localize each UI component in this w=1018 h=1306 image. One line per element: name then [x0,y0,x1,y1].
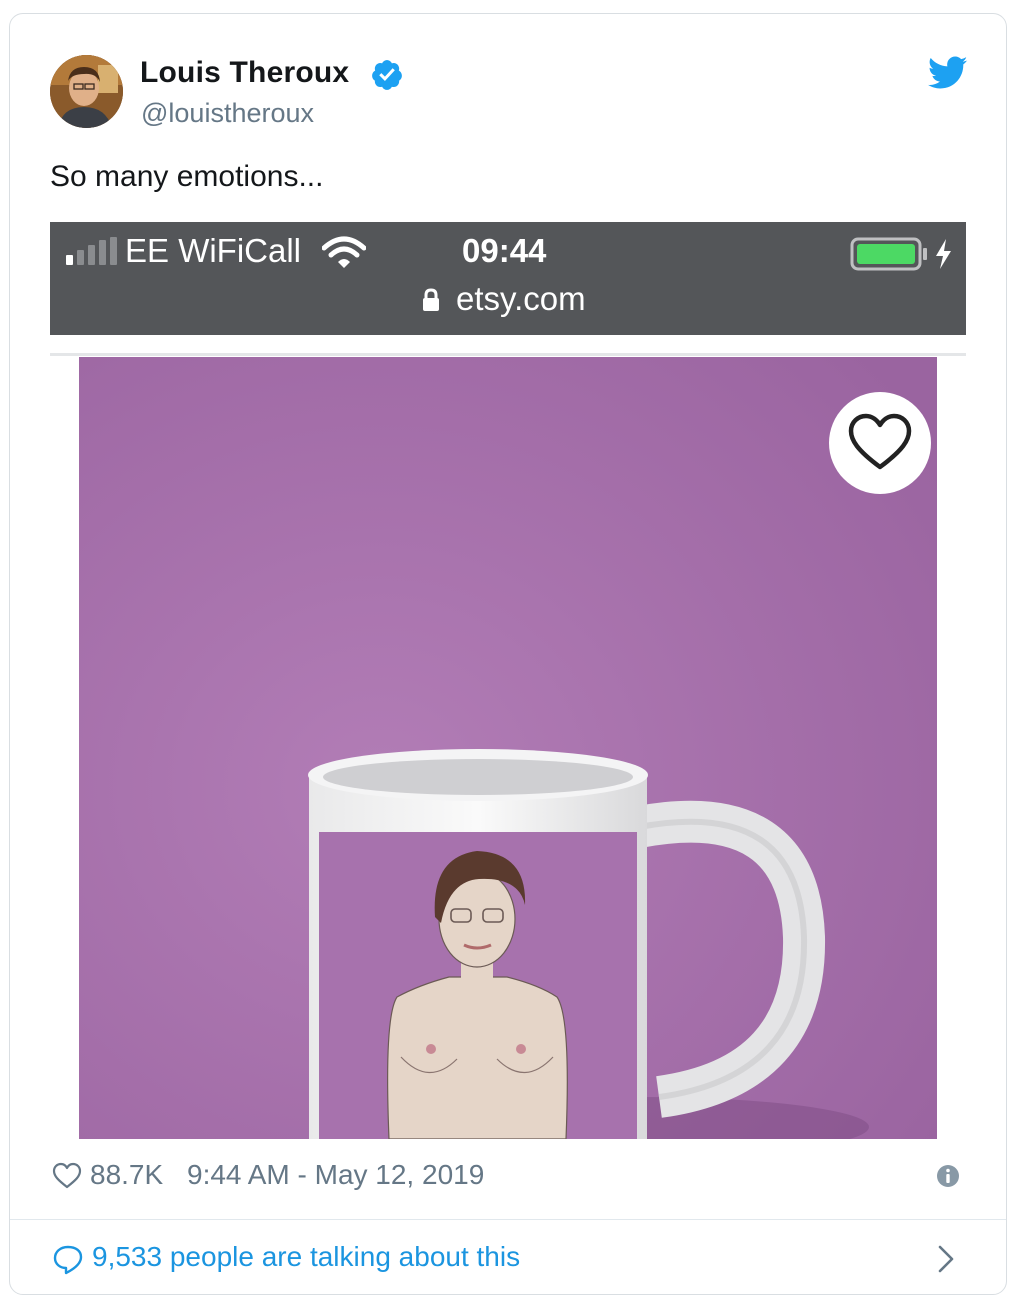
chevron-right-icon[interactable] [936,1244,956,1274]
signal-icon [66,237,117,265]
avatar[interactable] [50,55,123,128]
verified-badge-icon [372,60,402,90]
tweet-timestamp[interactable]: 9:44 AM - May 12, 2019 [187,1159,484,1191]
phone-status-bar: EE WiFiCall 09:44 etsy.com [50,222,966,335]
lock-icon [423,288,439,311]
twitter-bird-icon[interactable] [928,56,968,90]
carrier-name: EE WiFiCall [125,232,302,269]
tweet-card: Louis Theroux @louistheroux So many emot… [9,13,1007,1295]
conversation-text[interactable]: 9,533 people are talking about this [92,1241,520,1273]
product-image[interactable] [79,357,937,1139]
tweet-text: So many emotions... [50,160,324,193]
favorite-button[interactable] [829,392,931,494]
battery-icon [850,237,951,271]
tweet-meta: 88.7K 9:44 AM - May 12, 2019 [50,1157,966,1197]
status-time: 09:44 [462,232,547,269]
heart-outline-icon [848,413,912,470]
wifi-icon [322,236,366,268]
browser-url: etsy.com [456,280,586,317]
info-icon[interactable] [936,1164,960,1188]
author-handle[interactable]: @louistheroux [141,98,314,129]
heart-icon[interactable] [52,1161,82,1191]
like-count[interactable]: 88.7K [90,1159,163,1191]
reply-bubble-icon [53,1245,83,1275]
conversation-link[interactable]: 9,533 people are talking about this [10,1220,1006,1294]
tweet-media[interactable]: EE WiFiCall 09:44 etsy.com [50,222,966,1139]
author-name[interactable]: Louis Theroux [140,56,349,90]
browser-divider [50,353,966,356]
